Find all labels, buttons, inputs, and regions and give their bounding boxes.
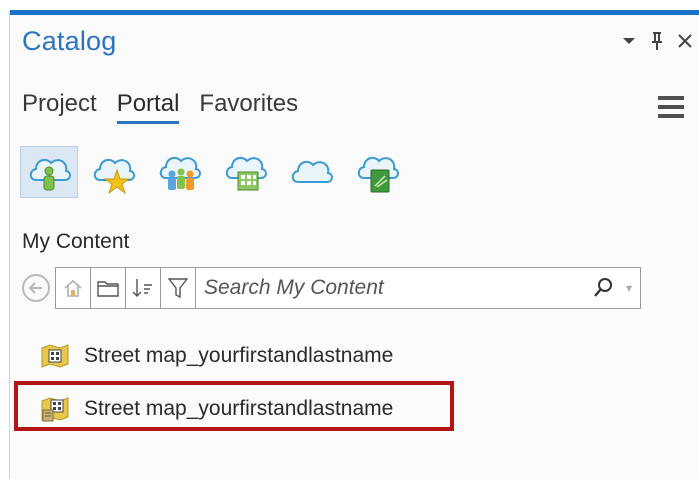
window-controls bbox=[620, 30, 694, 52]
arcgis-online-cloud-icon bbox=[291, 160, 333, 183]
tab-portal[interactable]: Portal bbox=[116, 90, 180, 124]
highlight-annotation-box bbox=[14, 381, 454, 431]
back-button[interactable] bbox=[19, 268, 53, 308]
search-icon[interactable] bbox=[588, 277, 618, 299]
filter-icon bbox=[167, 278, 189, 299]
back-arrow-icon bbox=[22, 274, 50, 302]
portal-source-buttons bbox=[20, 146, 408, 198]
options-dropdown-icon[interactable] bbox=[620, 30, 638, 52]
my-content-button[interactable] bbox=[20, 146, 78, 198]
content-toolbar: ▾ bbox=[19, 267, 641, 309]
toolbar-buttons bbox=[55, 267, 196, 309]
list-item[interactable]: Street map_yourfirstandlastname bbox=[40, 339, 393, 373]
catalog-tabs: Project Portal Favorites bbox=[22, 90, 298, 124]
living-atlas-cloud-icon bbox=[357, 156, 399, 193]
map-item-icon bbox=[41, 344, 69, 368]
sort-icon bbox=[132, 279, 152, 297]
folder-icon bbox=[97, 281, 119, 297]
sort-button[interactable] bbox=[126, 268, 161, 308]
section-label: My Content bbox=[22, 230, 130, 253]
my-organization-cloud-icon bbox=[225, 156, 267, 191]
filter-button[interactable] bbox=[161, 268, 195, 308]
my-favorites-button[interactable] bbox=[86, 146, 144, 198]
list-item-label: Street map_yourfirstandlastname bbox=[84, 344, 394, 367]
tab-project[interactable]: Project bbox=[22, 90, 97, 124]
living-atlas-button[interactable] bbox=[350, 146, 408, 198]
tab-favorites[interactable]: Favorites bbox=[199, 90, 298, 124]
pane-title: Catalog bbox=[22, 26, 117, 56]
arcgis-online-button[interactable] bbox=[284, 146, 342, 198]
search-box: ▾ bbox=[196, 267, 641, 309]
my-favorites-cloud-icon bbox=[93, 158, 135, 194]
my-groups-cloud-icon bbox=[159, 156, 201, 190]
search-dropdown-icon[interactable]: ▾ bbox=[618, 281, 640, 295]
search-input[interactable] bbox=[196, 270, 588, 306]
pane-accent-bar bbox=[10, 10, 699, 15]
my-groups-button[interactable] bbox=[152, 146, 210, 198]
menu-icon[interactable] bbox=[658, 96, 684, 120]
home-icon bbox=[64, 279, 82, 297]
home-button[interactable] bbox=[56, 268, 91, 308]
pin-icon[interactable] bbox=[648, 30, 666, 52]
close-icon[interactable] bbox=[676, 30, 694, 52]
my-organization-button[interactable] bbox=[218, 146, 276, 198]
my-content-cloud-icon bbox=[29, 158, 71, 191]
folder-button[interactable] bbox=[91, 268, 126, 308]
